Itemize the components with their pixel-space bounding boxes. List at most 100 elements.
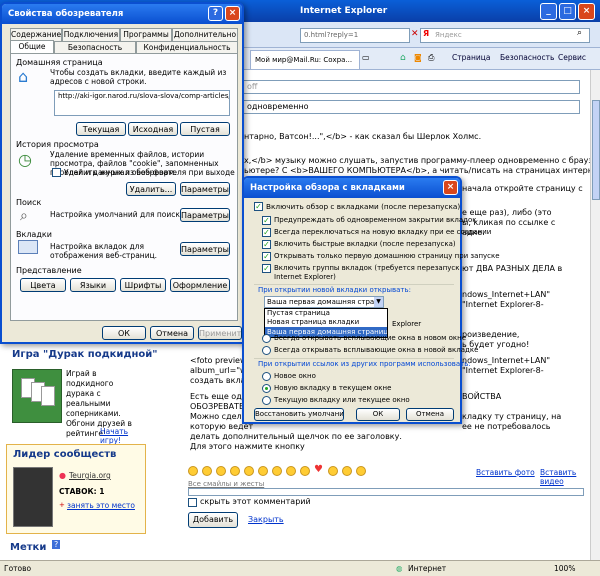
plus-icon: + <box>59 501 65 509</box>
dropdown-option[interactable]: Новая страница вкладки <box>265 318 387 327</box>
search-icon[interactable]: ⌕ <box>577 28 582 38</box>
first-home-only-checkbox[interactable]: ✓ <box>262 252 271 261</box>
tab-advanced[interactable]: Дополнительно <box>172 28 238 41</box>
smile-icon[interactable] <box>244 466 254 476</box>
tab-general[interactable]: Общие <box>10 40 54 54</box>
text-field-off[interactable]: off <box>240 80 580 94</box>
home-icon[interactable]: ⌂ <box>400 53 406 63</box>
accessibility-button[interactable]: Оформление <box>170 278 230 292</box>
popup-new-tab-radio[interactable] <box>262 346 271 355</box>
tabs-settings-button[interactable]: Параметры <box>180 242 230 256</box>
options-cancel-button[interactable]: Отмена <box>150 326 194 340</box>
paragraph: "Internet Explorer-8- <box>462 300 544 309</box>
view-group-label: Представление <box>16 266 82 275</box>
insert-video-link[interactable]: Вставить видео <box>540 468 590 486</box>
options-ok-button[interactable]: ОК <box>102 326 146 340</box>
feeds-icon[interactable]: ◙ <box>414 53 422 62</box>
page-menu[interactable]: Страница <box>452 53 490 62</box>
help-icon[interactable]: ? <box>52 540 61 549</box>
new-tab-icon[interactable]: ▭ <box>362 53 370 62</box>
tab-groups-label: Включить группы вкладок (требуется перез… <box>274 264 460 272</box>
hide-comment-label: скрыть этот комментарий <box>200 497 311 506</box>
comment-textarea[interactable] <box>188 488 584 496</box>
maximize-button[interactable]: □ <box>559 3 576 20</box>
zoom-level[interactable]: 100% <box>554 561 575 576</box>
teurgia-link[interactable]: Teurgia.org <box>69 471 111 480</box>
chevron-down-icon[interactable]: ▼ <box>374 297 383 307</box>
url-input[interactable]: 0.html?reply=1 <box>300 28 410 43</box>
history-settings-button[interactable]: Параметры <box>180 182 230 196</box>
tab-groups-checkbox[interactable]: ✓ <box>262 264 271 273</box>
hide-comment-checkbox[interactable] <box>188 498 197 507</box>
minimize-button[interactable]: _ <box>540 3 557 20</box>
delete-history-button[interactable]: Удалить... <box>126 182 176 196</box>
open-new-tab-label: Новую вкладку в текущем окне <box>274 384 392 392</box>
options-close-button[interactable]: × <box>225 6 240 21</box>
popup-new-window-radio[interactable] <box>262 334 271 343</box>
add-button[interactable]: Добавить <box>188 512 238 528</box>
home-description: Чтобы создать вкладки, введите каждый из… <box>50 68 227 86</box>
smile-icon[interactable] <box>272 466 282 476</box>
scrollbar-thumb[interactable] <box>592 100 600 200</box>
smile-icon[interactable] <box>300 466 310 476</box>
smile-icon[interactable] <box>328 466 338 476</box>
enable-tabs-checkbox[interactable]: ✓ <box>254 202 263 211</box>
delete-on-exit-checkbox[interactable] <box>52 168 61 177</box>
bets-count: СТАВОК: 1 <box>59 487 105 496</box>
text-field-simul[interactable]: одновременно <box>240 100 580 114</box>
smile-icon[interactable] <box>202 466 212 476</box>
search-settings-button[interactable]: Параметры <box>180 208 230 222</box>
tabbed-ok-button[interactable]: ОК <box>356 408 400 421</box>
smile-icon[interactable] <box>286 466 296 476</box>
options-apply-button[interactable]: Применить <box>198 326 242 340</box>
play-link[interactable]: Начать игру! <box>100 427 150 445</box>
switch-new-tab-checkbox[interactable]: ✓ <box>262 228 271 237</box>
game-title: Игра "Дурак подкидной" <box>12 349 158 360</box>
smile-icon[interactable] <box>216 466 226 476</box>
colors-button[interactable]: Цвета <box>20 278 66 292</box>
dropdown-option[interactable]: Пустая страница <box>265 309 387 318</box>
heart-icon[interactable]: ♥ <box>314 464 323 475</box>
home-url-textarea[interactable]: http://aki-igor.narod.ru/slova-slova/com… <box>54 90 230 116</box>
stop-icon[interactable]: ✕ <box>411 29 419 39</box>
restore-defaults-button[interactable]: Восстановить умолчания <box>254 408 344 421</box>
take-place-link[interactable]: занять это место <box>67 501 135 510</box>
paragraph: ОБОЗРЕВАТЕЛ <box>190 402 251 411</box>
open-new-tab-radio[interactable] <box>262 384 271 393</box>
quick-tabs-checkbox[interactable]: ✓ <box>262 240 271 249</box>
new-tab-select[interactable]: Ваша первая домашняя страница <box>264 296 384 308</box>
browser-tab[interactable]: Мой мир@Mail.Ru: Сохра... <box>250 50 360 69</box>
print-icon[interactable]: ⎙ <box>428 53 434 63</box>
close-button[interactable]: × <box>578 3 595 20</box>
tabbed-cancel-button[interactable]: Отмена <box>406 408 454 421</box>
separator <box>254 284 454 285</box>
smile-icon[interactable] <box>258 466 268 476</box>
all-smiles-link[interactable]: Все смайлы и жесты <box>188 480 264 488</box>
switch-new-tab-label: Всегда переключаться на новую вкладку пр… <box>274 228 492 236</box>
smile-icon[interactable] <box>188 466 198 476</box>
languages-button[interactable]: Языки <box>70 278 116 292</box>
service-menu[interactable]: Сервис <box>558 53 586 62</box>
paragraph: кладку ту страницу, на <box>462 412 562 421</box>
tab-connections[interactable]: Подключения <box>62 28 120 41</box>
options-help-button[interactable]: ? <box>208 6 223 21</box>
insert-photo-link[interactable]: Вставить фото <box>476 468 535 477</box>
blank-page-button[interactable]: Пустая <box>180 122 230 136</box>
smile-icon[interactable] <box>342 466 352 476</box>
tabbed-close-button[interactable]: × <box>443 180 458 195</box>
search-input[interactable]: Яндекс <box>420 28 590 43</box>
community-avatar[interactable] <box>13 467 53 527</box>
close-link[interactable]: Закрыть <box>248 515 284 524</box>
tab-programs[interactable]: Программы <box>120 28 172 41</box>
yandex-icon: Я <box>423 29 430 38</box>
open-new-window-radio[interactable] <box>262 372 271 381</box>
default-page-button[interactable]: Исходная <box>128 122 178 136</box>
fonts-button[interactable]: Шрифты <box>120 278 166 292</box>
warn-close-checkbox[interactable]: ✓ <box>262 216 271 225</box>
scrollbar[interactable] <box>590 70 600 560</box>
current-page-button[interactable]: Текущая <box>76 122 126 136</box>
smile-icon[interactable] <box>230 466 240 476</box>
smile-icon[interactable] <box>356 466 366 476</box>
security-menu[interactable]: Безопасность <box>500 53 554 62</box>
open-current-tab-radio[interactable] <box>262 396 271 405</box>
